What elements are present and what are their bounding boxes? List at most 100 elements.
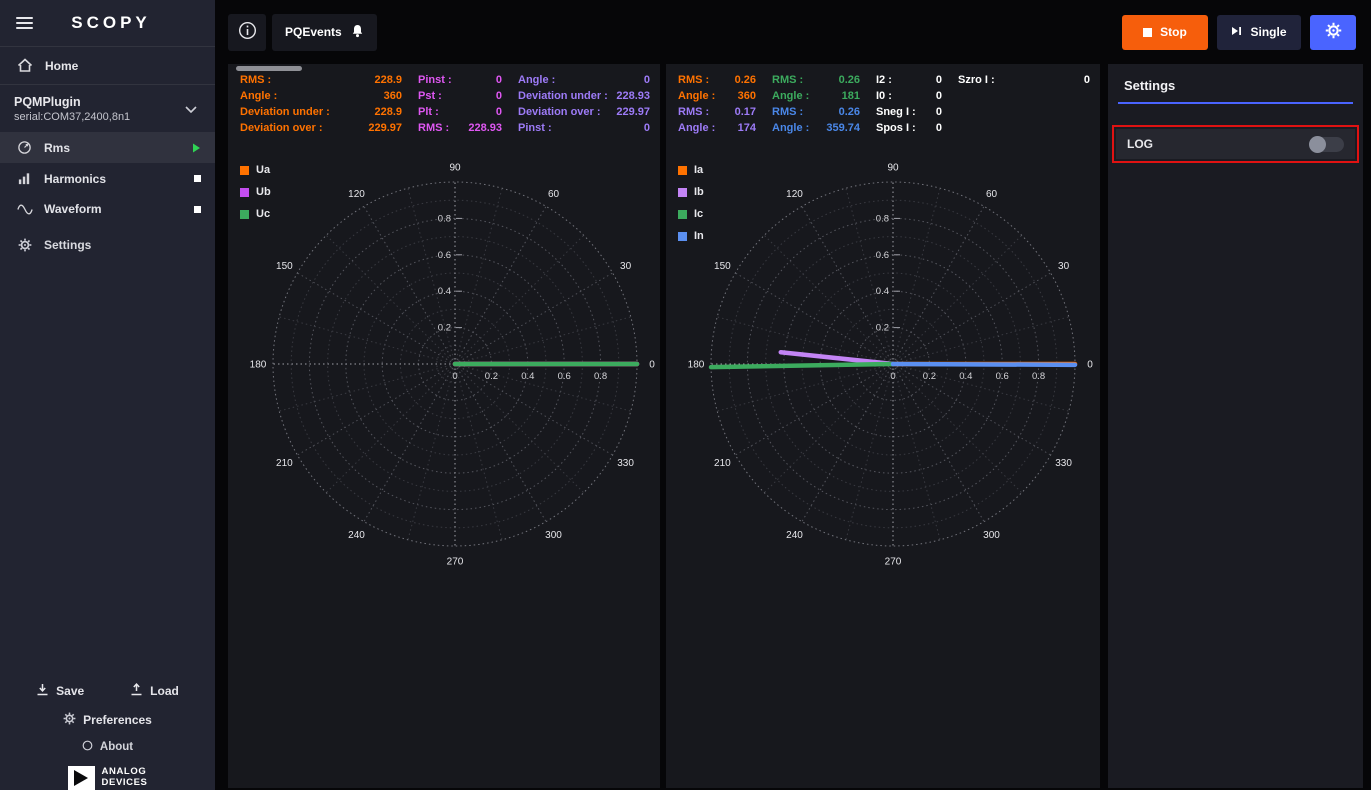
- about-button[interactable]: About: [82, 740, 133, 754]
- stat-value: 0: [644, 74, 650, 86]
- stat-cell: I0 :0: [876, 90, 958, 102]
- svg-text:0.4: 0.4: [876, 286, 889, 297]
- stat-cell: Angle : 174: [678, 122, 772, 134]
- adi-brand-text: ANALOG DEVICES: [102, 766, 148, 790]
- adi-brand-line1: ANALOG: [102, 766, 148, 777]
- svg-text:240: 240: [786, 530, 803, 541]
- settings-title-underline: [1118, 102, 1353, 104]
- svg-text:30: 30: [620, 261, 632, 272]
- load-label: Load: [150, 684, 179, 698]
- svg-text:0.2: 0.2: [485, 371, 498, 382]
- settings-panel: Settings LOG: [1108, 64, 1363, 788]
- settings-title: Settings: [1108, 64, 1363, 102]
- preferences-label: Preferences: [83, 713, 152, 727]
- stat-label: Pst :: [418, 90, 442, 102]
- sidebar-item-rms[interactable]: Rms: [0, 132, 215, 163]
- stat-value: 0: [936, 74, 942, 86]
- svg-text:270: 270: [885, 557, 902, 568]
- stat-label: Deviation under :: [518, 90, 608, 102]
- about-row: About: [0, 740, 215, 754]
- load-button[interactable]: Load: [130, 683, 179, 699]
- sidebar-item-waveform[interactable]: Waveform: [0, 194, 215, 224]
- stop-button[interactable]: Stop: [1122, 15, 1208, 50]
- log-toggle[interactable]: [1309, 137, 1344, 152]
- save-button[interactable]: Save: [36, 683, 84, 699]
- single-icon: [1231, 25, 1242, 39]
- pqevents-button[interactable]: PQEvents: [272, 14, 377, 51]
- sidebar: SCOPY Home PQMPlugin serial:COM37,2400,8…: [0, 0, 215, 790]
- stopped-indicator-icon[interactable]: [194, 175, 201, 182]
- plugin-name: PQMPlugin: [14, 95, 130, 109]
- preferences-row: Preferences: [0, 712, 215, 728]
- gear-icon: [1325, 22, 1342, 42]
- adi-triangle-icon: [68, 766, 95, 790]
- stat-cell: Szro I :0: [958, 74, 1096, 86]
- stat-cell: Plt :0: [418, 106, 518, 118]
- stat-cell: [958, 90, 1096, 102]
- adi-brand-line2: DEVICES: [102, 777, 148, 788]
- stat-label: I0 :: [876, 90, 892, 102]
- current-stats: RMS :0.26RMS :0.26I2 :0Szro I :0Angle :3…: [678, 74, 1096, 134]
- stat-cell: RMS :0.26: [678, 74, 772, 86]
- svg-text:150: 150: [714, 261, 731, 272]
- log-toggle-knob[interactable]: [1309, 136, 1326, 153]
- stat-label: Angle :: [678, 90, 715, 102]
- svg-text:0.6: 0.6: [558, 371, 571, 382]
- stat-cell: Angle :0: [518, 74, 656, 86]
- stat-label: Deviation under :: [240, 106, 330, 118]
- stat-label: Angle :: [772, 90, 809, 102]
- home-label: Home: [45, 59, 78, 73]
- tool-list: Rms Harmonics Waveform Settings: [0, 132, 215, 260]
- rms-icon: [16, 140, 33, 155]
- svg-text:300: 300: [545, 530, 562, 541]
- stat-label: RMS :: [678, 74, 709, 86]
- svg-text:0.2: 0.2: [876, 323, 889, 334]
- gear-icon: [63, 712, 76, 728]
- stat-value: 181: [842, 90, 860, 102]
- stat-cell: Deviation under :228.93: [518, 90, 656, 102]
- svg-text:0.6: 0.6: [438, 250, 451, 261]
- stat-value: 174: [738, 122, 756, 134]
- sidebar-item-settings[interactable]: Settings: [0, 230, 215, 260]
- svg-text:330: 330: [617, 458, 634, 469]
- stat-value: 0: [644, 122, 650, 134]
- svg-text:0.2: 0.2: [923, 371, 936, 382]
- plugin-serial: serial:COM37,2400,8n1: [14, 111, 130, 123]
- preferences-button[interactable]: Preferences: [63, 712, 152, 728]
- stat-label: Angle :: [772, 122, 809, 134]
- chevron-down-icon[interactable]: [181, 96, 201, 122]
- info-button[interactable]: [228, 14, 266, 51]
- stat-value: 359.74: [826, 122, 860, 134]
- svg-text:0.4: 0.4: [438, 286, 451, 297]
- tool-label: Waveform: [44, 202, 102, 216]
- svg-text:0.8: 0.8: [594, 371, 607, 382]
- tool-label: Harmonics: [44, 172, 106, 186]
- stats-scrollbar[interactable]: [236, 66, 302, 71]
- sidebar-header: SCOPY: [0, 0, 215, 46]
- voltage-chart-panel: RMS :228.9Pinst :0Angle :0Angle :360Pst …: [228, 64, 660, 788]
- stat-label: Angle :: [678, 122, 715, 134]
- settings-gear-button[interactable]: [1310, 15, 1356, 50]
- home-icon: [16, 58, 33, 73]
- stopped-indicator-icon[interactable]: [194, 206, 201, 213]
- stat-cell: Angle :360: [240, 90, 418, 102]
- stat-label: RMS :: [418, 122, 449, 134]
- svg-text:0: 0: [1087, 360, 1093, 371]
- stat-value: 360: [384, 90, 402, 102]
- single-button[interactable]: Single: [1217, 15, 1301, 50]
- play-icon[interactable]: [192, 143, 201, 153]
- scopy-window: SCOPY Home PQMPlugin serial:COM37,2400,8…: [0, 0, 1371, 790]
- svg-text:0.4: 0.4: [521, 371, 534, 382]
- bell-icon: [351, 24, 364, 41]
- sidebar-footer: Save Load Preferences About: [0, 683, 215, 790]
- stat-value: 0: [496, 90, 502, 102]
- sidebar-item-home[interactable]: Home: [0, 47, 215, 84]
- menu-icon[interactable]: [14, 10, 35, 36]
- svg-text:180: 180: [250, 360, 267, 371]
- stat-value: 0.17: [735, 106, 756, 118]
- plugin-header[interactable]: PQMPlugin serial:COM37,2400,8n1: [0, 85, 215, 132]
- svg-text:0.8: 0.8: [1032, 371, 1045, 382]
- stat-label: I2 :: [876, 74, 892, 86]
- sidebar-item-harmonics[interactable]: Harmonics: [0, 163, 215, 194]
- stat-cell: [958, 122, 1096, 134]
